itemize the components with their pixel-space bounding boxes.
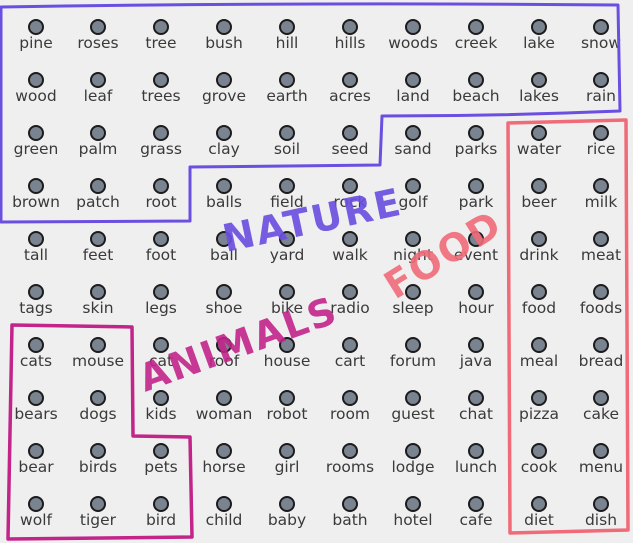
nature-boundary [0, 2, 622, 224]
animals-label: ANIMALS [133, 288, 344, 401]
food-boundary [506, 118, 630, 535]
nature-label: NATURE [219, 180, 406, 261]
annotation-overlay: NATURE FOOD ANIMALS [0, 2, 630, 541]
